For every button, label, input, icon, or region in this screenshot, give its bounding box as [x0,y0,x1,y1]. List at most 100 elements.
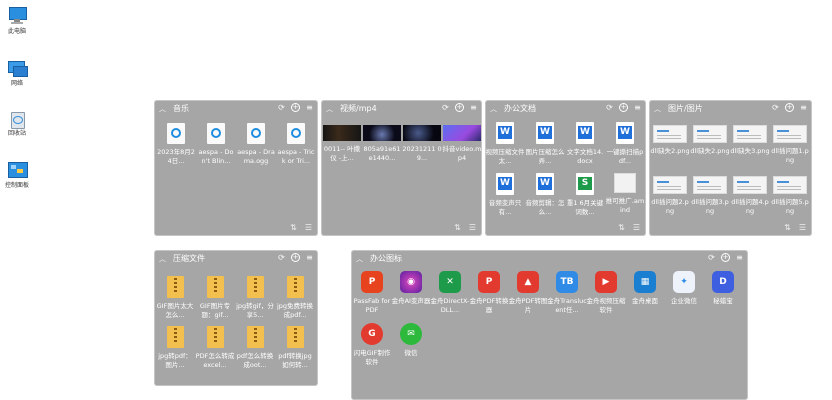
app-shortcut[interactable]: TB 金舟Translucent任... [547,271,587,315]
fence-header[interactable]: ︿ 音乐 ⟳ + ≡ [154,100,318,117]
add-icon[interactable]: + [785,103,794,112]
fence-title: 音乐 [173,104,189,113]
file-item[interactable]: dll插问题3.png [690,176,730,216]
desktop-icon-recycle-bin[interactable]: 回收站 [2,108,32,138]
file-item[interactable]: 音频剪辑：怎么... [525,173,565,217]
fence-header[interactable]: ︿ 办公图标 ⟳ + ≡ [351,250,748,267]
desktop-organizer-app-icon: ▦ [634,271,656,293]
file-item[interactable]: 805a91e61e1440... [362,125,402,163]
zip-file-icon [206,276,224,298]
zip-file-icon [246,276,264,298]
file-item[interactable]: 一键撕扫描pdf... [605,122,645,166]
file-item[interactable]: dll缺失3.png [730,125,770,156]
file-item[interactable]: aespa - Don't Blin... [196,123,236,166]
file-item[interactable]: GIF图片专题：gif... [195,276,235,320]
view-list-icon[interactable]: ☰ [798,223,807,232]
file-item[interactable]: GIF图片太大怎么... [155,276,195,320]
app-shortcut[interactable]: ✉ 微信 [391,323,431,358]
refresh-icon[interactable]: ⟳ [441,103,450,112]
pdf-to-image-app-icon: ▲ [517,271,539,293]
file-item[interactable]: 图片压缩怎么弄... [525,122,565,166]
app-shortcut[interactable]: G 闪电GIF制作软件 [352,323,392,367]
file-item[interactable]: dll插问题1.png [770,125,810,165]
fence-header[interactable]: ︿ 压缩文件 ⟳ + ≡ [154,250,318,267]
collapse-chevron-icon[interactable]: ︿ [159,254,167,264]
refresh-icon[interactable]: ⟳ [605,103,614,112]
app-shortcut[interactable]: ◉ 金舟AI变声器 [391,271,431,306]
refresh-icon[interactable]: ⟳ [277,103,286,112]
menu-icon[interactable]: ≡ [633,103,642,112]
file-item[interactable]: jpg转gif，分享5... [235,276,275,320]
file-item[interactable]: 文字文档14.docx [565,122,605,166]
refresh-icon[interactable]: ⟳ [707,253,716,262]
add-icon[interactable]: + [291,253,300,262]
desktop-icon-label: 此电脑 [7,28,26,35]
file-item[interactable]: 抖音video.mp4 [442,125,482,163]
file-item[interactable]: dll缺失2.png [690,125,730,156]
app-shortcut[interactable]: ▶ 金舟视频压缩软件 [586,271,626,315]
collapse-chevron-icon[interactable]: ︿ [654,104,662,114]
menu-icon[interactable]: ≡ [305,253,314,262]
file-item[interactable]: PDF怎么转成excel... [195,326,235,370]
fence-header[interactable]: ︿ 图片/图片 ⟳ + ≡ [649,100,812,117]
add-icon[interactable]: + [619,103,628,112]
desktop-icon-this-pc[interactable]: 此电脑 [2,6,32,36]
menu-icon[interactable]: ≡ [469,103,478,112]
menu-icon[interactable]: ≡ [799,103,808,112]
file-item[interactable]: dll缺失2.png [650,125,690,156]
sort-icon[interactable]: ⇅ [453,223,462,232]
file-item[interactable]: 视频压缩文件太... [485,122,525,166]
app-shortcut[interactable]: P PassFab for PDF [352,271,392,315]
file-item[interactable]: dll插问题5.png [770,176,810,216]
file-item[interactable]: pdf转换jpg如何转... [275,326,315,370]
file-item[interactable]: aespa - Drama.ogg [236,123,276,166]
view-list-icon[interactable]: ☰ [632,223,641,232]
file-item[interactable]: 20231211 09... [402,125,442,163]
sort-icon[interactable]: ⇅ [289,223,298,232]
view-list-icon[interactable]: ☰ [304,223,313,232]
add-icon[interactable]: + [291,103,300,112]
file-item[interactable]: 音频变声只有... [485,173,525,217]
fence-archives: ︿ 压缩文件 ⟳ + ≡ GIF图片太大怎么... GIF图片专题：gif...… [154,250,318,386]
word-doc-icon [536,173,554,195]
fence-title: 办公图标 [370,254,402,263]
sort-icon[interactable]: ⇅ [783,223,792,232]
view-list-icon[interactable]: ☰ [468,223,477,232]
mind-file-icon [614,173,636,193]
collapse-chevron-icon[interactable]: ︿ [326,104,334,114]
app-shortcut[interactable]: ▲ 金舟PDF转图片 [508,271,548,315]
sort-icon[interactable]: ⇅ [617,223,626,232]
fence-title: 图片/图片 [668,104,703,113]
menu-icon[interactable]: ≡ [305,103,314,112]
app-shortcut[interactable]: D 秘蜡宝 [703,271,743,306]
app-shortcut[interactable]: ✦ 企业微信 [664,271,704,306]
desktop-icon-network[interactable]: 网络 [2,58,32,88]
desktop-icon-control-panel[interactable]: 控制面板 [2,160,32,190]
file-item[interactable]: jpg免费转换成pdf... [275,276,315,320]
file-item[interactable]: aespa - Trick or Tri... [276,123,316,166]
zip-file-icon [166,276,184,298]
app-shortcut[interactable]: P 金舟PDF转换器 [469,271,509,315]
file-item[interactable]: jpg转pdf：图片... [155,326,195,370]
collapse-chevron-icon[interactable]: ︿ [490,104,498,114]
collapse-chevron-icon[interactable]: ︿ [159,104,167,114]
audio-file-icon [167,123,185,144]
add-icon[interactable]: + [721,253,730,262]
app-shortcut[interactable]: ✕ 金舟DirectX-DLL... [430,271,470,315]
collapse-chevron-icon[interactable]: ︿ [356,254,364,264]
file-item[interactable]: 重1 6月关键词数... [565,173,605,217]
refresh-icon[interactable]: ⟳ [771,103,780,112]
fence-video: ︿ 视频/mp4 ⟳ + ≡ 0011-- 叶撒仪 -上... 805a91e6… [321,100,482,236]
file-item[interactable]: dll插问题2.png [650,176,690,216]
file-item[interactable]: pdf怎么转换成oot... [235,326,275,370]
fence-header[interactable]: ︿ 视频/mp4 ⟳ + ≡ [321,100,482,117]
file-item[interactable]: 推可推广.amind [605,173,645,215]
fence-header[interactable]: ︿ 办公文档 ⟳ + ≡ [485,100,646,117]
file-item[interactable]: 0011-- 叶撒仪 -上... [322,125,362,163]
add-icon[interactable]: + [455,103,464,112]
menu-icon[interactable]: ≡ [735,253,744,262]
file-item[interactable]: dll插问题4.png [730,176,770,216]
app-shortcut[interactable]: ▦ 金舟桌面 [625,271,665,306]
file-item[interactable]: 2023年8月24日... [156,123,196,166]
refresh-icon[interactable]: ⟳ [277,253,286,262]
